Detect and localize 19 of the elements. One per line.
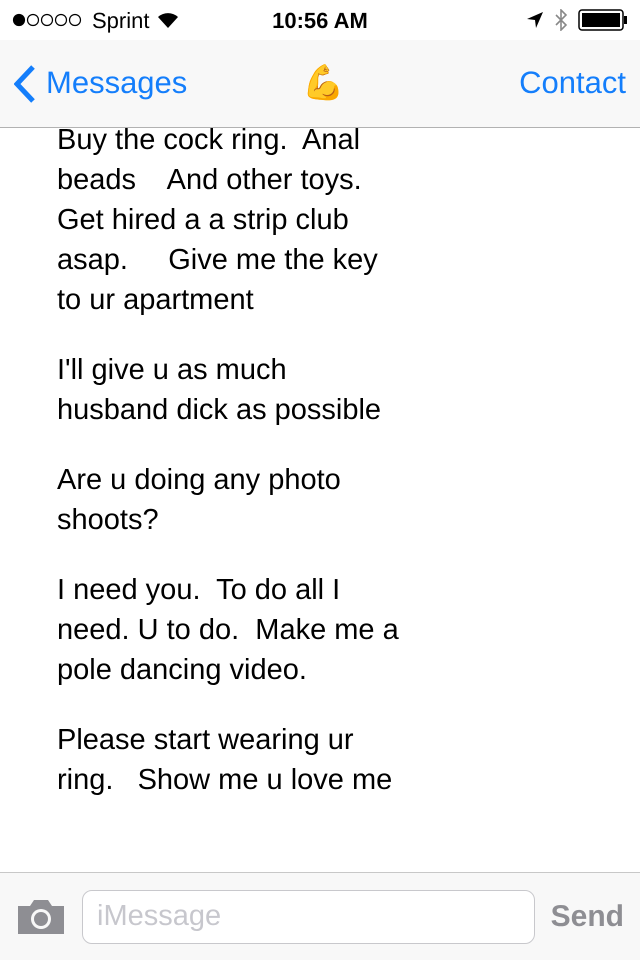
carrier-name: Sprint xyxy=(92,6,150,35)
camera-icon[interactable] xyxy=(16,898,66,936)
contact-emoji: 💪 xyxy=(301,63,346,104)
send-button[interactable]: Send xyxy=(550,894,624,939)
message-text: Please start wearing ur ring. Show me u love me xyxy=(57,723,394,798)
contact-button[interactable]: Contact xyxy=(519,60,626,107)
location-arrow-icon xyxy=(526,11,544,29)
message-text: I'll give u as much husband dick as possible xyxy=(57,353,382,428)
message-field[interactable]: iMessage xyxy=(82,890,535,944)
battery-icon xyxy=(578,9,628,31)
clock-time: 10:56 AM xyxy=(271,6,369,34)
bluetooth-icon xyxy=(554,9,568,31)
signal-dots-icon xyxy=(12,13,84,27)
wifi-icon xyxy=(157,12,180,28)
message-text: Buy the cock ring. Anal beads And other toys. Get hired a a strip club asap. Give me the key to ur apartment xyxy=(57,123,379,318)
message-text: Are u doing any photo shoots? xyxy=(57,463,342,538)
message-text: I need you. To do all I need. U to do. Make me a pole dancing video. xyxy=(57,573,400,688)
back-button[interactable]: Messages xyxy=(14,60,188,107)
back-chevron-icon xyxy=(14,64,36,102)
